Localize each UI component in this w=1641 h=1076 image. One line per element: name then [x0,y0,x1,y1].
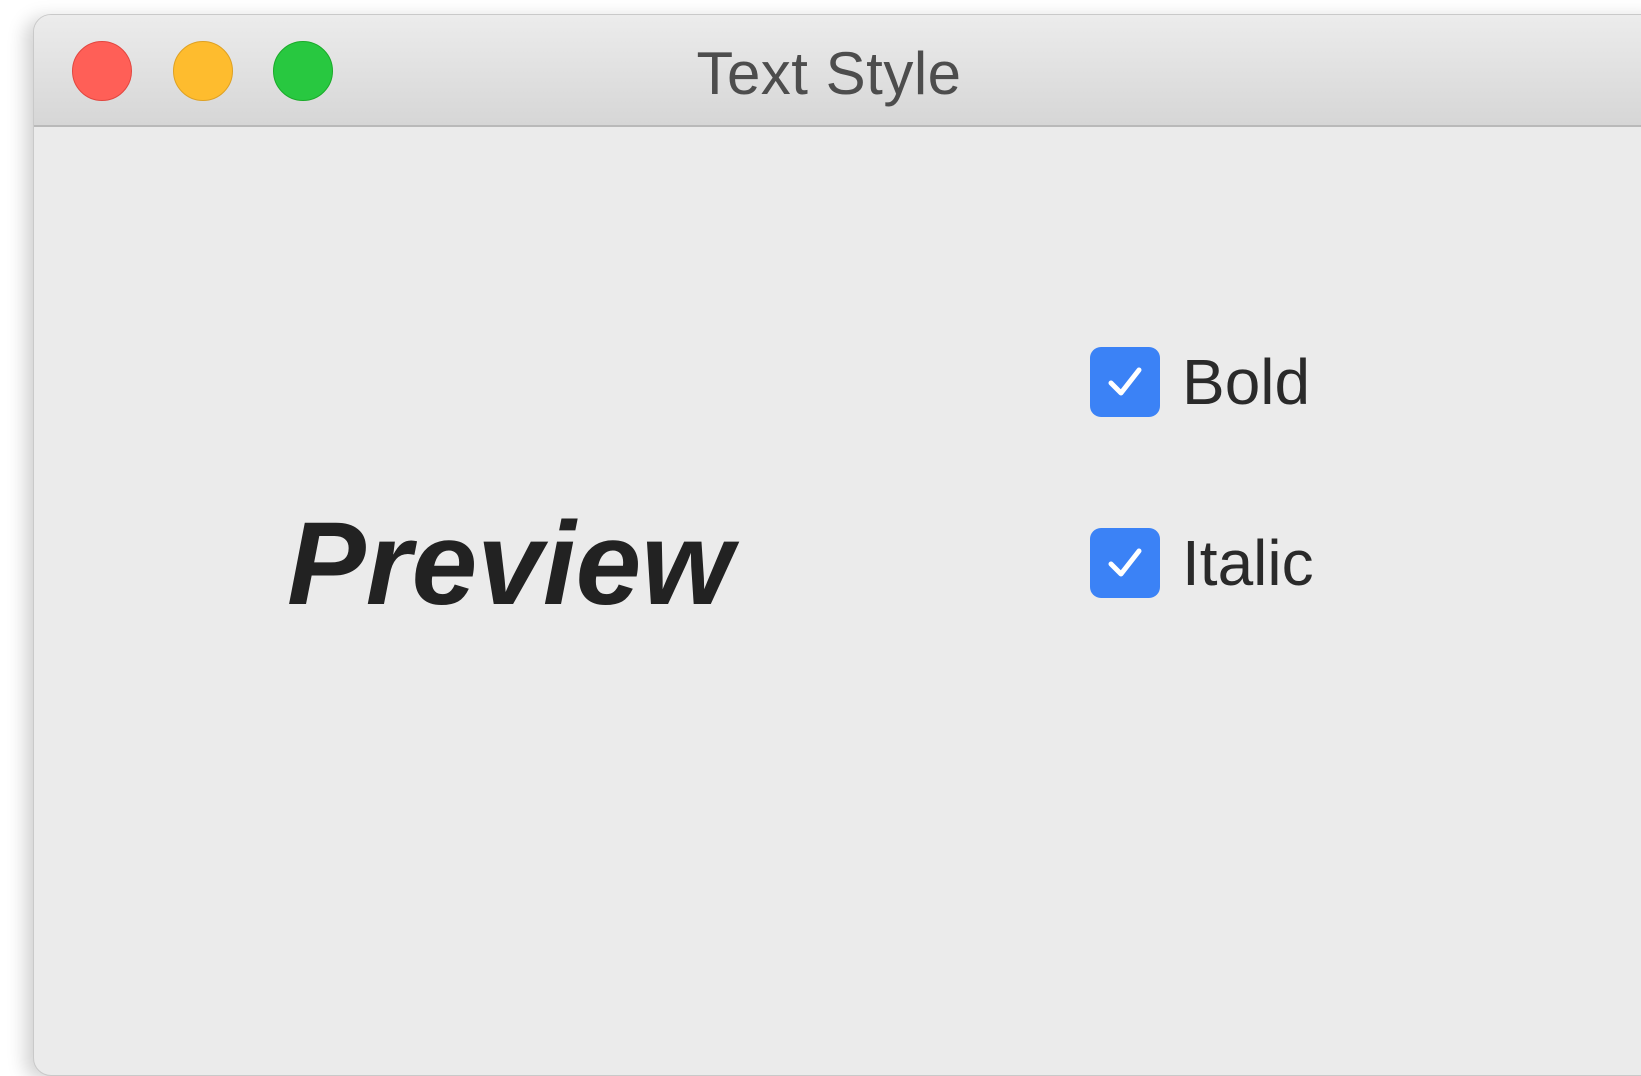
text-style-window: Text Style Preview Bold Italic [33,14,1641,1076]
italic-option[interactable]: Italic [1090,526,1314,600]
bold-label[interactable]: Bold [1182,345,1310,419]
bold-checkbox[interactable] [1090,347,1160,417]
window-title: Text Style [696,40,962,107]
bold-option[interactable]: Bold [1090,345,1310,419]
checkmark-icon [1108,367,1142,396]
italic-checkbox[interactable] [1090,528,1160,598]
preview-text: Preview [287,498,734,630]
title-bar[interactable]: Text Style [34,15,1641,127]
checkmark-icon [1108,548,1142,577]
italic-label[interactable]: Italic [1182,526,1314,600]
